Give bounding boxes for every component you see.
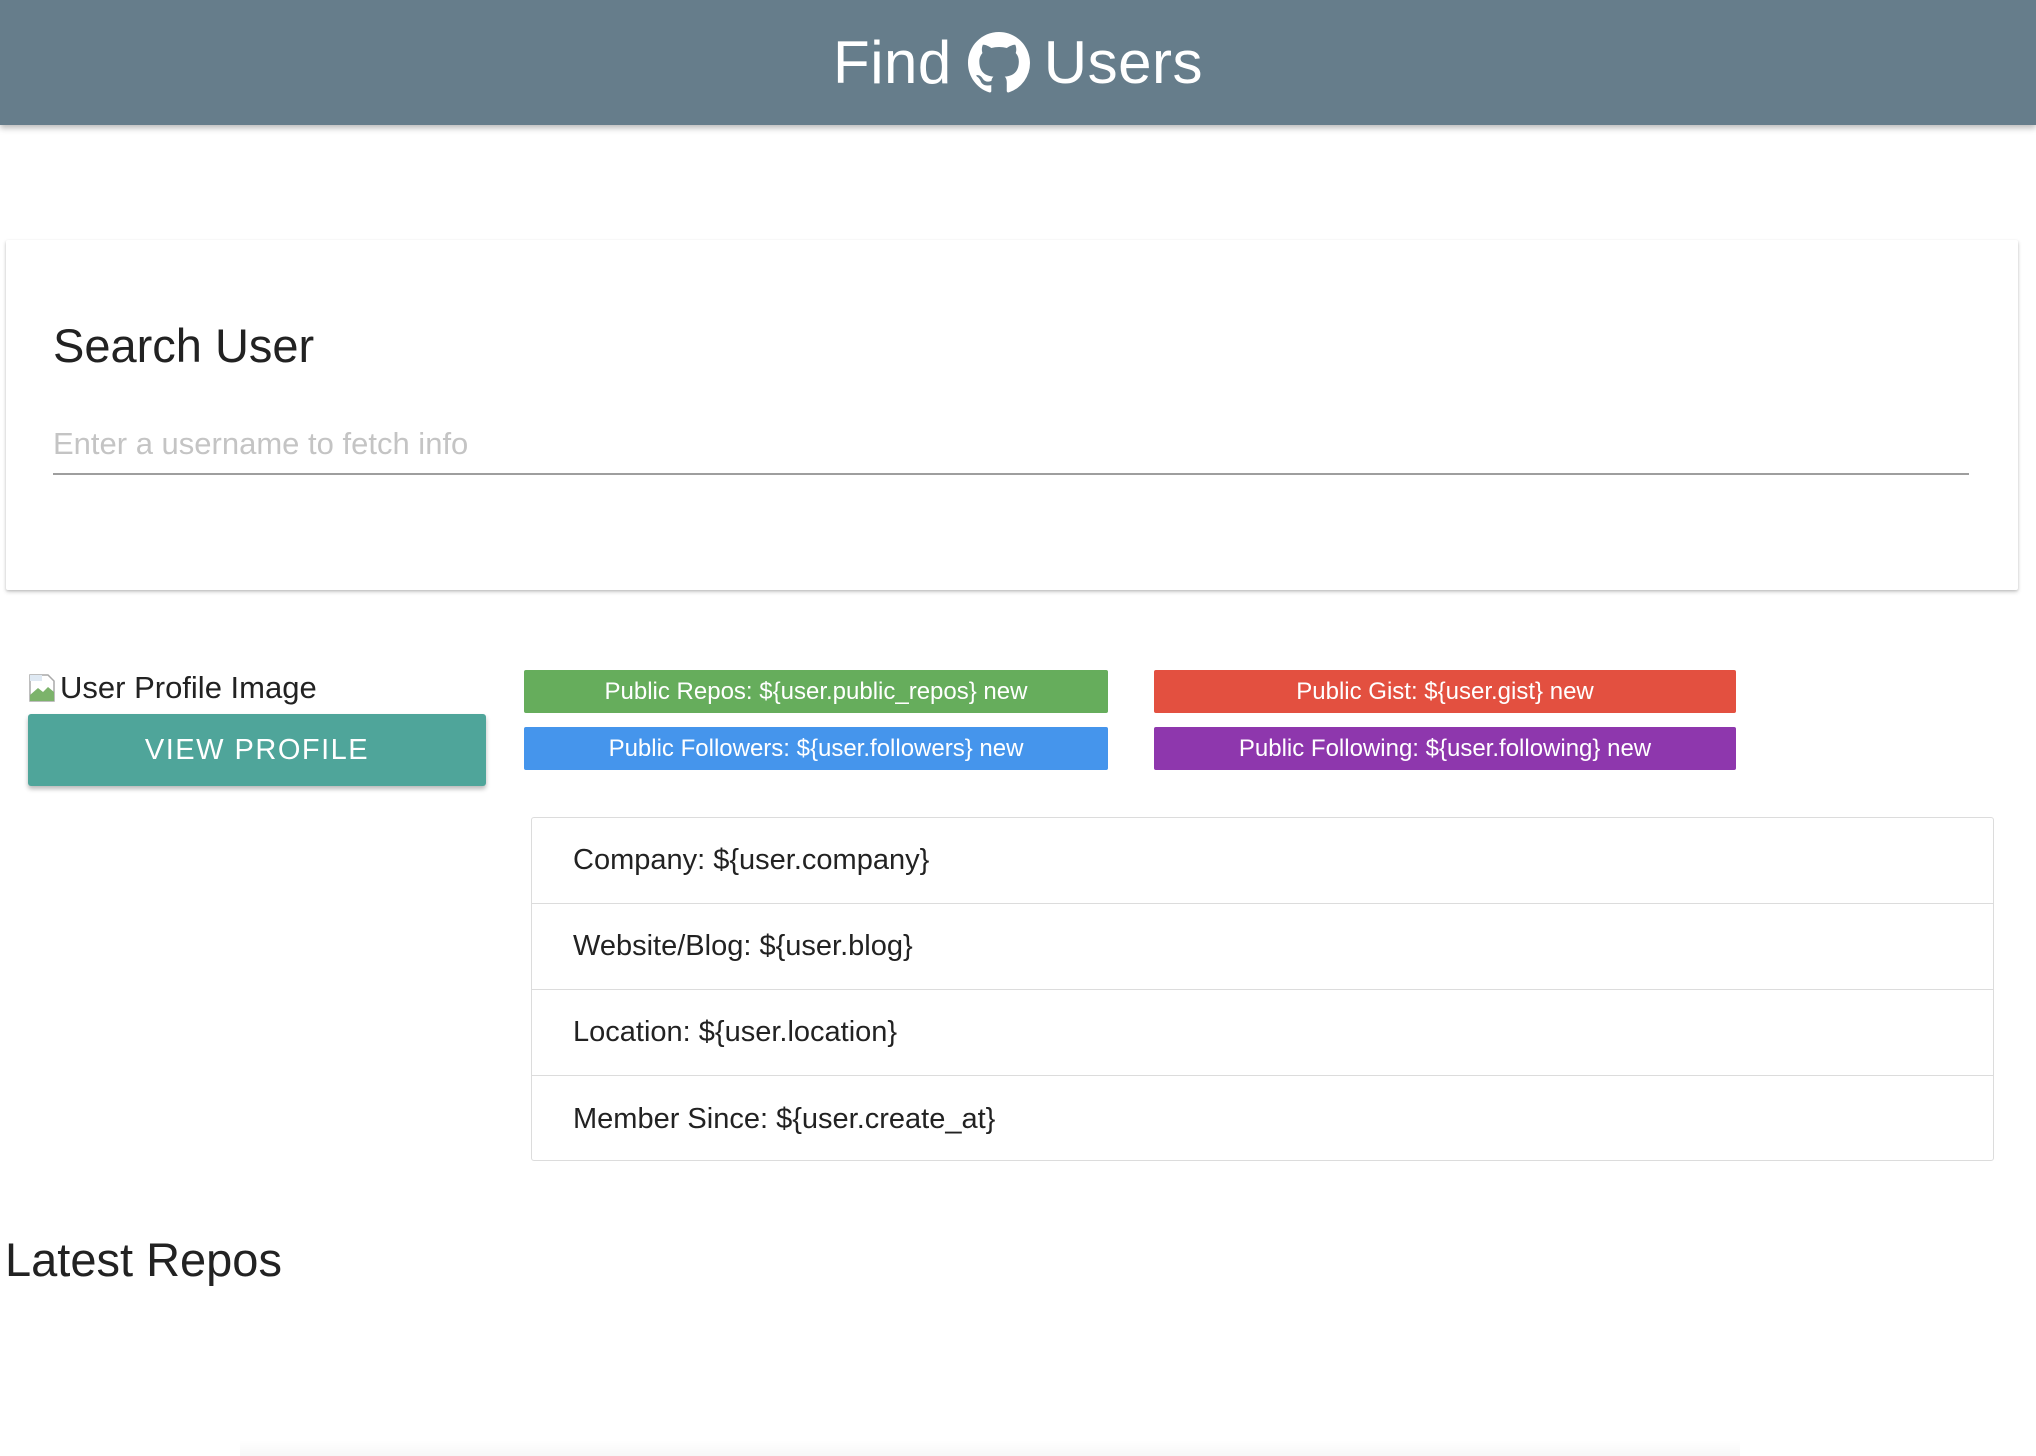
brand-title-find: Find bbox=[833, 29, 952, 96]
public-following-badge: Public Following: ${user.following} new bbox=[1154, 727, 1736, 770]
broken-image-icon bbox=[28, 671, 58, 705]
brand-title-users: Users bbox=[1043, 29, 1203, 96]
public-followers-badge: Public Followers: ${user.followers} new bbox=[524, 727, 1108, 770]
profile-image: User Profile Image bbox=[28, 668, 317, 708]
github-icon bbox=[967, 31, 1030, 94]
profile-image-alt: User Profile Image bbox=[60, 670, 317, 705]
latest-repos-heading: Latest Repos bbox=[5, 1233, 282, 1286]
search-title: Search User bbox=[53, 319, 315, 372]
navbar: Find Users bbox=[0, 0, 2036, 125]
public-gist-badge: Public Gist: ${user.gist} new bbox=[1154, 670, 1736, 713]
public-repos-badge: Public Repos: ${user.public_repos} new bbox=[524, 670, 1108, 713]
info-company: Company: ${user.company} bbox=[532, 818, 1993, 904]
view-profile-button[interactable]: View Profile bbox=[28, 714, 486, 786]
info-website-blog: Website/Blog: ${user.blog} bbox=[532, 904, 1993, 990]
info-location: Location: ${user.location} bbox=[532, 990, 1993, 1076]
search-input[interactable] bbox=[53, 415, 1969, 475]
repos-list bbox=[240, 1440, 1740, 1456]
info-member-since: Member Since: ${user.create_at} bbox=[573, 1102, 996, 1135]
brand-title[interactable]: Find Users bbox=[833, 28, 1203, 97]
search-card: Search User bbox=[6, 240, 2018, 590]
user-info-list: Company: ${user.company} Website/Blog: $… bbox=[531, 817, 1994, 1161]
